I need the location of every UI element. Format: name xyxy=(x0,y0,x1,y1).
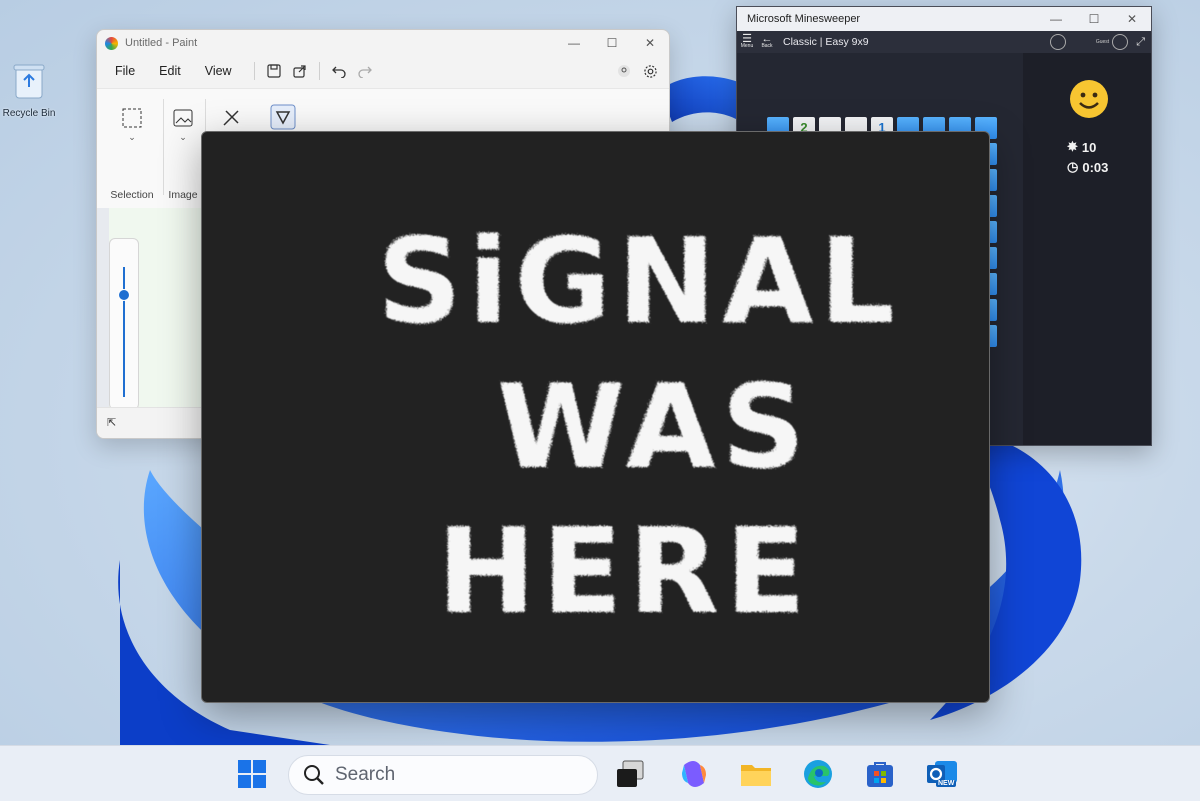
image-group[interactable]: ⌄ Image xyxy=(165,99,201,201)
timer: ◷ 0:03 xyxy=(1067,159,1108,175)
game-mode-label: Classic | Easy 9x9 xyxy=(783,36,869,48)
file-explorer-icon[interactable] xyxy=(738,756,774,792)
paint-title: Untitled - Paint xyxy=(125,37,198,49)
search-placeholder: Search xyxy=(335,764,396,785)
image-viewer-window[interactable]: SiGNAL WAS HERE xyxy=(201,131,990,703)
outlook-icon[interactable]: NEW xyxy=(924,756,960,792)
ribbon-divider xyxy=(163,99,164,195)
chevron-down-icon[interactable]: ⌄ xyxy=(165,132,201,143)
recycle-bin-label: Recycle Bin xyxy=(2,108,56,119)
search-box[interactable]: Search xyxy=(288,755,598,795)
close-icon[interactable]: ✕ xyxy=(631,30,669,56)
selection-icon xyxy=(122,108,142,128)
selection-caption: Selection xyxy=(110,189,154,201)
brush-icon xyxy=(270,104,296,130)
graffiti-line-1: SiGNAL xyxy=(377,212,901,350)
taskbar: Search NEW xyxy=(0,745,1200,801)
minimize-icon[interactable]: — xyxy=(1037,7,1075,32)
slider-track xyxy=(123,267,125,397)
graffiti-line-3: HERE xyxy=(437,502,812,640)
fullscreen-icon[interactable]: ⤢ xyxy=(1136,36,1145,49)
guest-label: Guest xyxy=(1095,39,1110,45)
redo-icon[interactable] xyxy=(352,59,378,83)
save-icon[interactable] xyxy=(261,59,287,83)
menu-view[interactable]: View xyxy=(197,60,240,82)
menu-divider xyxy=(318,62,320,80)
menu-edit[interactable]: Edit xyxy=(151,60,189,82)
paint-titlebar[interactable]: Untitled - Paint — ☐ ✕ xyxy=(97,30,669,56)
search-icon xyxy=(304,765,324,785)
graffiti-image: SiGNAL WAS HERE xyxy=(377,212,901,640)
brushes-group[interactable] xyxy=(269,99,297,133)
maximize-icon[interactable]: ☐ xyxy=(1075,7,1113,32)
maximize-icon[interactable]: ☐ xyxy=(593,30,631,56)
timer-value: 0:03 xyxy=(1082,159,1109,175)
smiley-face-icon[interactable] xyxy=(1069,79,1109,119)
menu-file[interactable]: File xyxy=(107,60,143,82)
minimize-icon[interactable]: — xyxy=(555,30,593,56)
profile-icon[interactable] xyxy=(1112,34,1129,50)
mine-icon: ✸ xyxy=(1067,139,1078,154)
zoom-slider[interactable] xyxy=(109,238,139,410)
mine-counter: ✸ 10 xyxy=(1067,139,1096,155)
account-icon[interactable] xyxy=(611,59,637,83)
menu-label: Menu xyxy=(740,43,754,49)
minesweeper-title: Microsoft Minesweeper xyxy=(747,13,861,25)
back-button[interactable]: ← Back xyxy=(757,31,777,53)
chevron-down-icon[interactable]: ⌄ xyxy=(103,132,161,143)
image-caption: Image xyxy=(168,189,198,201)
paint-logo-icon xyxy=(105,36,118,50)
selection-group[interactable]: ⌄ Selection xyxy=(103,99,161,201)
cursor-icon: ⇱ xyxy=(107,417,117,429)
menu-button[interactable]: ☰ Menu xyxy=(737,31,757,53)
slider-thumb[interactable] xyxy=(118,289,130,301)
copilot-icon[interactable] xyxy=(676,756,712,792)
timer-icon: ◷ xyxy=(1067,159,1079,174)
minesweeper-toolbar: ☰ Menu ← Back Classic | Easy 9x9 Guest ⤢ xyxy=(737,31,1151,53)
recycle-bin-shortcut[interactable]: Recycle Bin xyxy=(2,62,56,119)
close-icon[interactable]: ✕ xyxy=(1113,7,1151,32)
tools-group[interactable] xyxy=(217,99,245,132)
store-icon[interactable] xyxy=(862,756,898,792)
minesweeper-titlebar[interactable]: Microsoft Minesweeper — ☐ ✕ xyxy=(737,7,1151,31)
share-icon[interactable] xyxy=(287,59,313,83)
back-label: Back xyxy=(761,43,773,49)
mine-count: 10 xyxy=(1081,139,1097,155)
paint-menubar: File Edit View xyxy=(97,56,669,86)
image-icon xyxy=(173,109,193,127)
level-icon[interactable] xyxy=(1049,34,1066,50)
recycle-bin-icon xyxy=(13,64,45,99)
tools-icon xyxy=(223,110,239,126)
start-icon[interactable] xyxy=(234,756,270,792)
outlook-new-badge: NEW xyxy=(936,780,957,787)
graffiti-line-2: WAS xyxy=(497,360,811,495)
menu-divider xyxy=(253,62,255,80)
settings-icon[interactable] xyxy=(637,59,663,83)
undo-icon[interactable] xyxy=(326,59,352,83)
edge-icon[interactable] xyxy=(800,756,836,792)
task-view-icon[interactable] xyxy=(612,756,648,792)
